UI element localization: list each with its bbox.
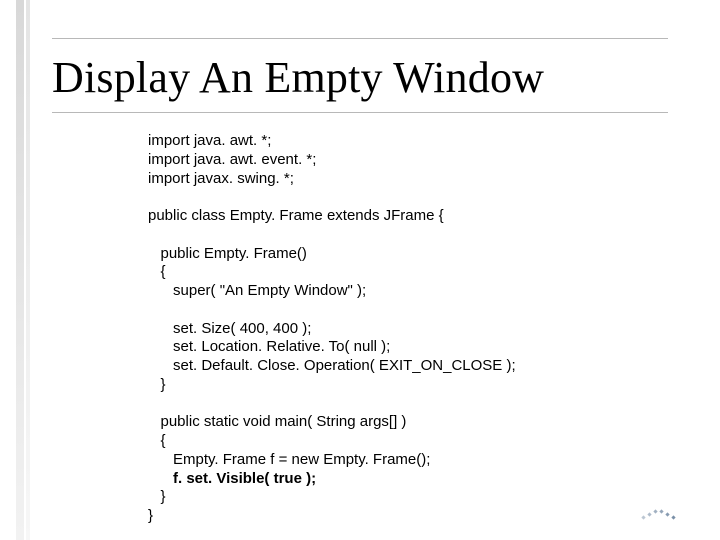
code-line: import javax. swing. *; (148, 170, 294, 187)
code-line: } (148, 376, 166, 393)
code-line: public Empty. Frame() (148, 245, 307, 262)
code-line: } (148, 507, 153, 524)
code-line: Empty. Frame f = new Empty. Frame(); (148, 451, 430, 468)
code-block: import java. awt. *; import java. awt. e… (148, 132, 668, 526)
slide: Display An Empty Window import java. awt… (0, 0, 720, 540)
decor-left-bar-1 (16, 0, 24, 540)
code-line: import java. awt. *; (148, 132, 271, 149)
code-line: public class Empty. Frame extends JFrame… (148, 207, 444, 224)
code-line: set. Size( 400, 400 ); (148, 320, 311, 337)
corner-decoration (642, 500, 676, 522)
code-line: set. Default. Close. Operation( EXIT_ON_… (148, 357, 516, 374)
code-line: { (148, 432, 166, 449)
code-line: public static void main( String args[] ) (148, 413, 406, 430)
title-rule-bottom (52, 112, 668, 113)
code-line: { (148, 263, 166, 280)
code-line: super( "An Empty Window" ); (148, 282, 366, 299)
title-rule-top (52, 38, 668, 39)
slide-title: Display An Empty Window (52, 52, 544, 103)
code-line: import java. awt. event. *; (148, 151, 316, 168)
code-line: set. Location. Relative. To( null ); (148, 338, 390, 355)
code-line-emphasis: f. set. Visible( true ); (148, 470, 316, 487)
code-line: } (148, 488, 166, 505)
decor-left-bar-2 (26, 0, 30, 540)
